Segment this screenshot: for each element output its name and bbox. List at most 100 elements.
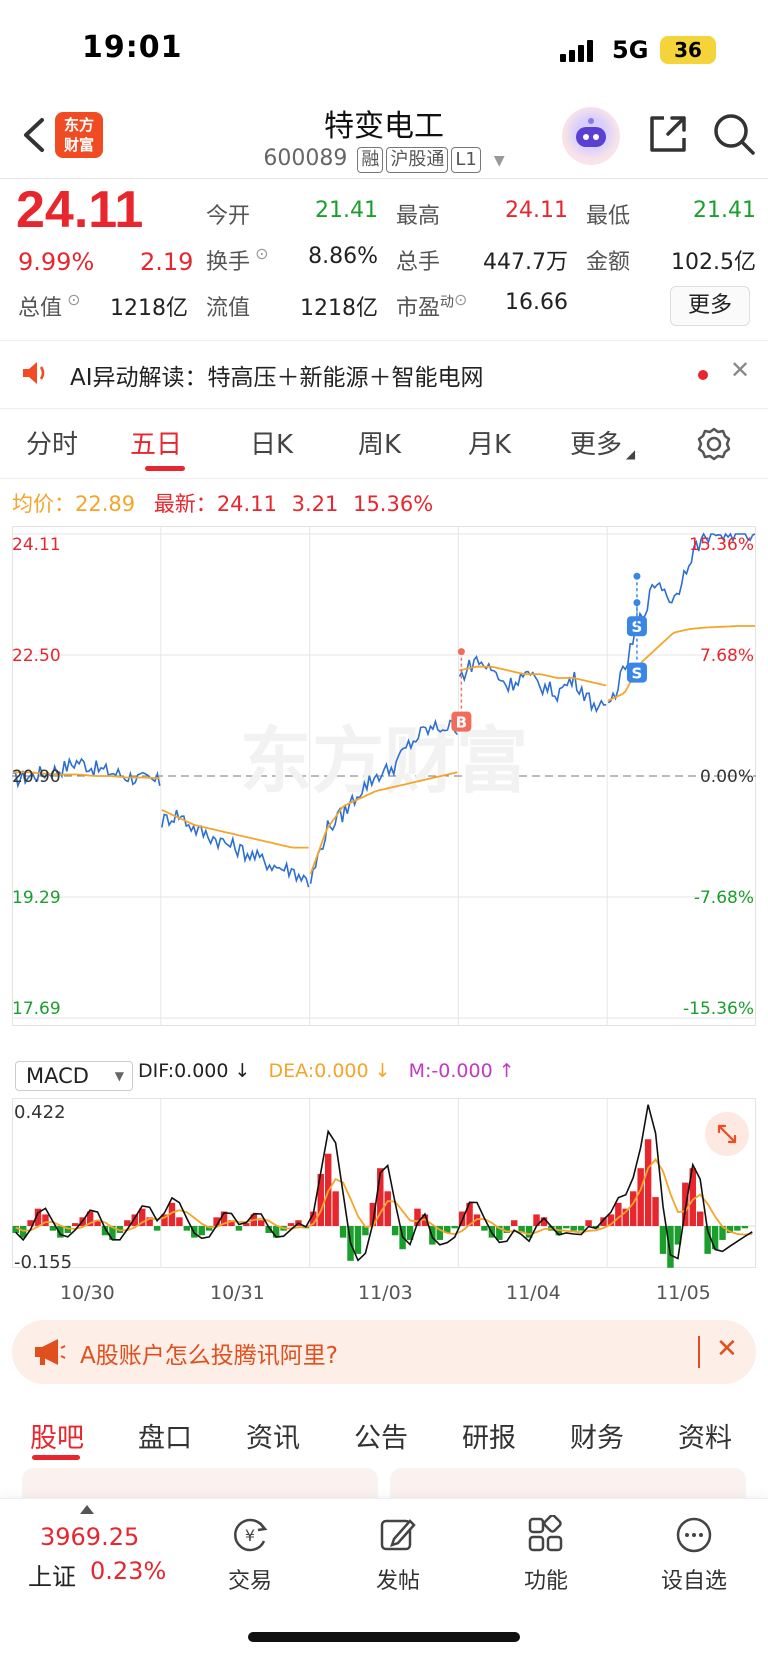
- pct-axis-label: 0.00%: [700, 767, 754, 787]
- macd-dif: DIF:0.000 ↓: [138, 1060, 251, 1082]
- close-icon[interactable]: ✕: [730, 356, 750, 384]
- tab-daily-k[interactable]: 日K: [250, 424, 293, 461]
- post-card[interactable]: [22, 1468, 378, 1500]
- five-day-chart[interactable]: 东方财富 BSS 24.1122.5020.9019.2917.6915.36%…: [12, 526, 756, 1056]
- tab-profile[interactable]: 资料: [678, 1416, 732, 1455]
- float-value: 1218亿: [300, 296, 378, 321]
- caret-icon: ▼: [114, 1069, 124, 1083]
- amount-label: 金额: [586, 250, 631, 275]
- pe-value: 16.66: [505, 290, 568, 315]
- nav-functions[interactable]: 功能: [496, 1515, 596, 1595]
- tab-orderbook[interactable]: 盘口: [138, 1416, 192, 1455]
- macd-histogram-bar: [72, 1223, 79, 1226]
- change-amount: 2.19: [140, 248, 194, 276]
- macd-histogram-bar: [510, 1220, 518, 1226]
- tag-level: L1: [451, 147, 481, 173]
- mktcap-label[interactable]: 总值 ⊙: [18, 290, 81, 322]
- trade-marker-label: B: [456, 714, 467, 732]
- tab-intraday[interactable]: 分时: [26, 424, 78, 461]
- gear-icon[interactable]: [696, 426, 732, 462]
- nav-functions-label: 功能: [523, 1569, 568, 1594]
- macd-histogram-bar: [696, 1211, 704, 1226]
- trade-marker-dot: [633, 599, 641, 607]
- latest-pct: 15.36%: [353, 492, 434, 516]
- macd-histogram-bar: [391, 1226, 399, 1236]
- date-label: 10/31: [210, 1282, 265, 1304]
- watermark: 东方财富: [240, 719, 528, 803]
- tab-announcements[interactable]: 公告: [354, 1416, 408, 1455]
- indicator-select[interactable]: MACD ▼: [15, 1061, 133, 1091]
- tab-research[interactable]: 研报: [462, 1416, 516, 1455]
- signal-icon: [560, 40, 593, 62]
- pct-axis-label: 7.68%: [700, 646, 754, 666]
- macd-histogram-bar: [577, 1226, 585, 1231]
- macd-histogram-bar: [384, 1191, 391, 1226]
- macd-histogram-bar: [630, 1191, 637, 1226]
- divider: [0, 178, 768, 179]
- price-axis-label: 20.90: [12, 767, 61, 787]
- macd-histogram-bar: [734, 1226, 741, 1231]
- network-label: 5G: [612, 36, 649, 64]
- date-label: 11/03: [358, 1282, 413, 1304]
- macd-histogram-bar: [741, 1226, 749, 1229]
- high-value: 24.11: [505, 198, 568, 223]
- macd-histogram-bar: [481, 1226, 488, 1231]
- price-axis-label: 17.69: [12, 999, 61, 1019]
- macd-histogram-bar: [451, 1226, 458, 1229]
- macd-chart[interactable]: 0.422 -0.155: [12, 1098, 756, 1278]
- macd-dea: DEA:0.000 ↓: [268, 1060, 391, 1082]
- turnover-label[interactable]: 换手 ⊙: [206, 244, 269, 276]
- home-indicator: [248, 1632, 520, 1642]
- divider: [0, 478, 768, 479]
- macd-histogram-bar: [637, 1168, 644, 1226]
- more-button[interactable]: 更多: [670, 286, 750, 326]
- turnover-value: 8.86%: [308, 244, 378, 269]
- index-name[interactable]: 上证: [28, 1557, 76, 1592]
- price-line: [161, 809, 310, 888]
- nav-post[interactable]: 发帖: [348, 1515, 448, 1595]
- trade-marker-dot: [457, 648, 465, 656]
- speaker-icon: [23, 362, 45, 384]
- macd-histogram-bar: [354, 1226, 362, 1254]
- current-price: 24.11: [16, 181, 144, 239]
- status-time: 19:01: [82, 30, 183, 65]
- tab-weekly-k[interactable]: 周K: [358, 424, 401, 461]
- tab-monthly-k[interactable]: 月K: [468, 424, 511, 461]
- index-value[interactable]: 3969.25: [40, 1523, 139, 1551]
- ai-robot-avatar[interactable]: [562, 107, 620, 165]
- macd-histogram-bar: [332, 1191, 339, 1226]
- search-icon[interactable]: [712, 112, 756, 156]
- close-icon[interactable]: ✕: [716, 1334, 738, 1364]
- share-icon[interactable]: [646, 112, 690, 156]
- tab-5day[interactable]: 五日: [130, 424, 182, 461]
- tab-financials[interactable]: 财务: [570, 1416, 624, 1455]
- date-label: 11/04: [506, 1282, 561, 1304]
- date-label: 10/30: [60, 1282, 115, 1304]
- tab-underline: [32, 1455, 80, 1460]
- pe-label[interactable]: 市盈动⊙: [396, 290, 467, 322]
- macd-histogram-bar: [570, 1226, 577, 1231]
- tab-more[interactable]: 更多 ◢: [570, 424, 635, 461]
- price-line: [458, 655, 607, 714]
- pct-axis-label: -15.36%: [683, 999, 754, 1019]
- tab-news[interactable]: 资讯: [246, 1416, 300, 1455]
- pct-axis-label: 15.36%: [689, 535, 754, 555]
- expand-icon[interactable]: [705, 1112, 749, 1156]
- macd-histogram-bar: [615, 1202, 622, 1226]
- macd-histogram-bar: [659, 1226, 667, 1254]
- macd-histogram-bar: [183, 1226, 191, 1231]
- divider: [698, 1336, 700, 1368]
- ai-banner[interactable]: AI异动解读：特高压＋新能源＋智能电网 ✕: [0, 342, 768, 408]
- macd-histogram-bar: [258, 1220, 265, 1226]
- float-label: 流值: [206, 296, 251, 321]
- nav-add-watchlist[interactable]: 设自选: [644, 1515, 744, 1595]
- index-change[interactable]: 0.23%: [90, 1557, 166, 1585]
- content-peek: [0, 1468, 768, 1500]
- macd-max-label: 0.422: [14, 1102, 66, 1123]
- nav-trade[interactable]: ¥ 交易: [200, 1515, 300, 1595]
- expand-up-icon[interactable]: [80, 1505, 94, 1514]
- ad-banner[interactable]: A股账户怎么投腾讯阿里? ✕: [12, 1320, 756, 1384]
- post-card[interactable]: [390, 1468, 746, 1500]
- tab-guba[interactable]: 股吧: [30, 1416, 84, 1455]
- macd-histogram-bar: [339, 1226, 347, 1238]
